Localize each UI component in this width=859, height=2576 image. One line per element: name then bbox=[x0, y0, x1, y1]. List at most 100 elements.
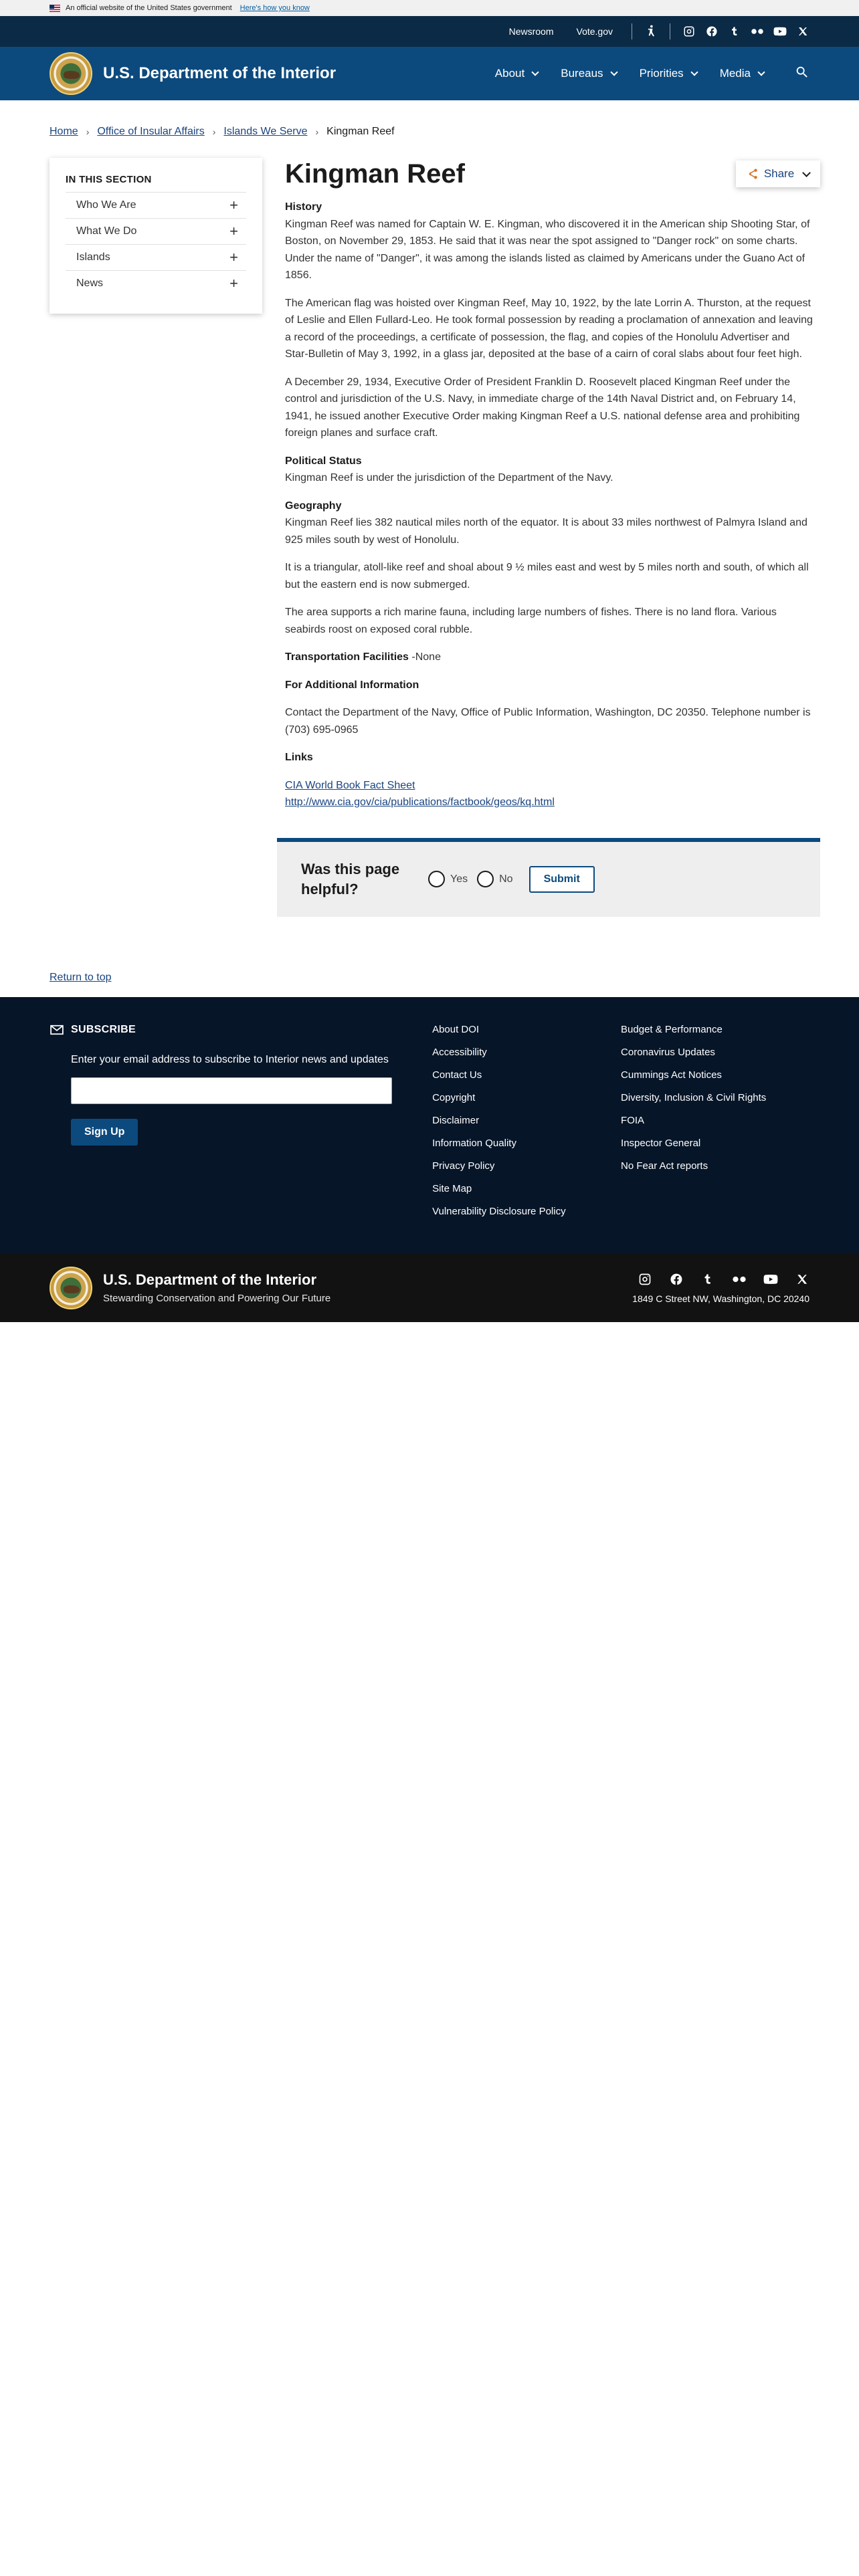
additional-info-heading-wrap: For Additional Information bbox=[285, 677, 814, 694]
footer-address: 1849 C Street NW, Washington, DC 20240 bbox=[632, 1293, 809, 1304]
footer-link-site-map[interactable]: Site Map bbox=[432, 1183, 621, 1206]
footer-link-privacy-policy[interactable]: Privacy Policy bbox=[432, 1160, 621, 1183]
footer-link-information-quality[interactable]: Information Quality bbox=[432, 1138, 621, 1160]
main-nav: About Bureaus Priorities Media bbox=[472, 65, 809, 83]
subscribe-title-text: SUBSCRIBE bbox=[71, 1023, 136, 1035]
cia-world-book-link[interactable]: CIA World Book Fact Sheet bbox=[285, 780, 415, 791]
gov-banner-text: An official website of the United States… bbox=[66, 4, 232, 12]
footer-link-vulnerability-disclosure[interactable]: Vulnerability Disclosure Policy bbox=[432, 1206, 621, 1228]
geography-paragraph-3: The area supports a rich marine fauna, i… bbox=[285, 607, 777, 635]
flickr-icon[interactable] bbox=[732, 1272, 747, 1287]
transportation-value: -None bbox=[408, 651, 441, 663]
sign-up-button[interactable]: Sign Up bbox=[71, 1118, 138, 1146]
nav-priorities-label: Priorities bbox=[639, 67, 684, 80]
nav-priorities[interactable]: Priorities bbox=[639, 67, 698, 80]
footer-link-diversity-inclusion[interactable]: Diversity, Inclusion & Civil Rights bbox=[621, 1092, 809, 1115]
political-status-heading: Political Status bbox=[285, 455, 362, 467]
footer-link-disclaimer[interactable]: Disclaimer bbox=[432, 1115, 621, 1138]
doi-seal-logo[interactable] bbox=[50, 1266, 92, 1309]
footer-link-accessibility[interactable]: Accessibility bbox=[432, 1047, 621, 1069]
breadcrumb-home[interactable]: Home bbox=[50, 126, 78, 138]
cia-factbook-url-link[interactable]: http://www.cia.gov/cia/publications/fact… bbox=[285, 796, 555, 808]
footer-link-copyright[interactable]: Copyright bbox=[432, 1092, 621, 1115]
sidebar-item-islands[interactable]: Islands + bbox=[66, 244, 246, 270]
breadcrumb: Home › Office of Insular Affairs › Islan… bbox=[50, 100, 809, 138]
plus-icon[interactable]: + bbox=[229, 224, 238, 239]
sidebar-item-label: What We Do bbox=[76, 225, 137, 237]
plus-icon[interactable]: + bbox=[229, 250, 238, 265]
plus-icon[interactable]: + bbox=[229, 276, 238, 291]
tumblr-icon[interactable] bbox=[700, 1272, 715, 1287]
site-title[interactable]: U.S. Department of the Interior bbox=[103, 64, 336, 83]
transportation-heading: Transportation Facilities bbox=[285, 651, 409, 663]
share-button[interactable]: Share bbox=[736, 160, 820, 187]
page-feedback: Was this page helpful? Yes No Submit bbox=[277, 837, 820, 917]
main-content: Kingman Reef Share History Kingman Reef … bbox=[277, 158, 820, 917]
sidebar-item-news[interactable]: News + bbox=[66, 270, 246, 296]
plus-icon[interactable]: + bbox=[229, 198, 238, 213]
chevron-down-icon bbox=[757, 68, 765, 76]
chevron-down-icon bbox=[609, 68, 618, 76]
flickr-icon[interactable] bbox=[751, 25, 764, 38]
subscribe-email-input[interactable] bbox=[71, 1077, 392, 1104]
feedback-yes-radio[interactable]: Yes bbox=[428, 871, 468, 887]
section-nav-title: IN THIS SECTION bbox=[66, 174, 152, 185]
nav-bureaus[interactable]: Bureaus bbox=[561, 67, 618, 80]
doi-seal-logo[interactable] bbox=[50, 52, 92, 95]
footer-link-no-fear-act[interactable]: No Fear Act reports bbox=[621, 1160, 809, 1183]
nav-media-label: Media bbox=[719, 67, 751, 80]
history-paragraph-2: The American flag was hoisted over Kingm… bbox=[285, 297, 813, 360]
transportation-line: Transportation Facilities -None bbox=[285, 649, 814, 666]
return-to-top-link[interactable]: Return to top bbox=[50, 972, 112, 983]
links-heading-wrap: Links bbox=[285, 749, 814, 766]
footer-identifier: U.S. Department of the Interior Stewardi… bbox=[0, 1253, 859, 1322]
instagram-icon[interactable] bbox=[682, 25, 696, 38]
site-footer: SUBSCRIBE Enter your email address to su… bbox=[0, 996, 859, 1254]
history-paragraph-3: A December 29, 1934, Executive Order of … bbox=[285, 376, 800, 439]
footer-link-coronavirus-updates[interactable]: Coronavirus Updates bbox=[621, 1047, 809, 1069]
chevron-down-icon bbox=[802, 168, 812, 177]
footer-link-inspector-general[interactable]: Inspector General bbox=[621, 1138, 809, 1160]
facebook-icon[interactable] bbox=[669, 1272, 684, 1287]
footer-links-col-1: About DOI Accessibility Contact Us Copyr… bbox=[432, 1024, 621, 1228]
section-nav-card: IN THIS SECTION Who We Are + What We Do … bbox=[50, 158, 262, 314]
footer-link-cummings-act[interactable]: Cummings Act Notices bbox=[621, 1069, 809, 1092]
chevron-down-icon bbox=[531, 68, 539, 76]
instagram-icon[interactable] bbox=[638, 1272, 652, 1287]
breadcrumb-islands-we-serve[interactable]: Islands We Serve bbox=[223, 126, 307, 138]
youtube-icon[interactable] bbox=[773, 25, 787, 38]
footer-link-about-doi[interactable]: About DOI bbox=[432, 1024, 621, 1047]
sidebar-item-what-we-do[interactable]: What We Do + bbox=[66, 218, 246, 244]
vote-gov-link[interactable]: Vote.gov bbox=[577, 26, 613, 37]
footer-link-budget-performance[interactable]: Budget & Performance bbox=[621, 1024, 809, 1047]
tumblr-icon[interactable] bbox=[728, 25, 741, 38]
heres-how-you-know-link[interactable]: Here's how you know bbox=[240, 4, 310, 12]
footer-site-title: U.S. Department of the Interior bbox=[103, 1271, 317, 1288]
breadcrumb-office-of-insular-affairs[interactable]: Office of Insular Affairs bbox=[97, 126, 204, 138]
sidebar-item-who-we-are[interactable]: Who We Are + bbox=[66, 192, 246, 218]
feedback-submit-button[interactable]: Submit bbox=[529, 865, 595, 893]
radio-circle[interactable] bbox=[428, 871, 445, 887]
subscribe-title: SUBSCRIBE bbox=[50, 1024, 424, 1036]
facebook-icon[interactable] bbox=[705, 25, 719, 38]
nav-media[interactable]: Media bbox=[719, 67, 765, 80]
search-icon[interactable] bbox=[795, 65, 809, 83]
x-icon[interactable] bbox=[795, 1272, 809, 1287]
nav-bureaus-label: Bureaus bbox=[561, 67, 603, 80]
feedback-no-radio[interactable]: No bbox=[477, 871, 513, 887]
nav-about[interactable]: About bbox=[495, 67, 539, 80]
newsroom-link[interactable]: Newsroom bbox=[509, 26, 554, 37]
radio-circle[interactable] bbox=[477, 871, 494, 887]
accessibility-icon[interactable] bbox=[644, 25, 658, 38]
political-status-paragraph: Kingman Reef is under the jurisdiction o… bbox=[285, 472, 613, 484]
breadcrumb-chevron-icon: › bbox=[212, 126, 216, 137]
breadcrumb-chevron-icon: › bbox=[86, 126, 90, 137]
x-icon[interactable] bbox=[796, 25, 809, 38]
page-title: Kingman Reef bbox=[285, 159, 465, 189]
feedback-no-label: No bbox=[499, 873, 513, 885]
sidebar-item-label: News bbox=[76, 278, 104, 289]
footer-link-contact-us[interactable]: Contact Us bbox=[432, 1069, 621, 1092]
footer-link-foia[interactable]: FOIA bbox=[621, 1115, 809, 1138]
youtube-icon[interactable] bbox=[763, 1272, 778, 1287]
additional-info-paragraph: Contact the Department of the Navy, Offi… bbox=[285, 707, 811, 736]
